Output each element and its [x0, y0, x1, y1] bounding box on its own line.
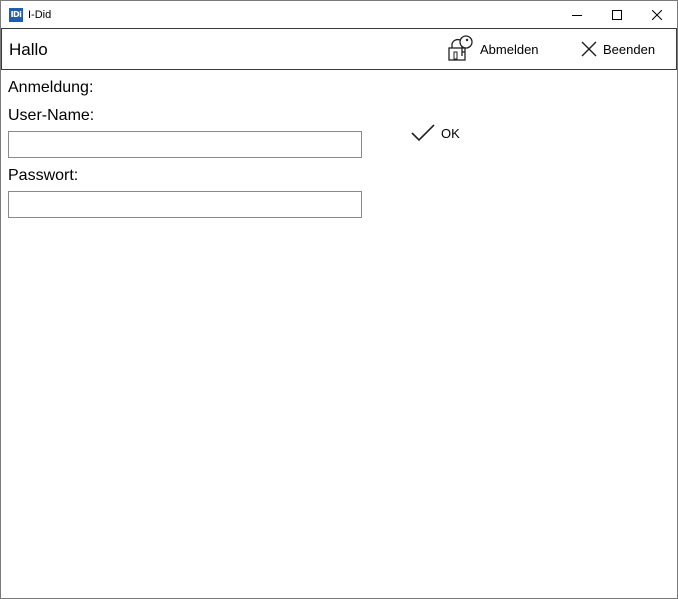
close-icon [652, 10, 662, 20]
window-title: I-Did [28, 9, 52, 21]
minimize-button[interactable] [557, 1, 597, 29]
logout-button[interactable]: Abmelden [446, 29, 539, 69]
login-panel: Anmeldung: User-Name: Passwort: OK [1, 70, 677, 598]
app-window: IDi I-Did Hallo Abmelden Beenden Anmeldu… [0, 0, 678, 599]
command-bar: Hallo Abmelden Beenden [1, 28, 677, 70]
greeting-text: Hallo [9, 40, 48, 59]
checkmark-icon [411, 124, 435, 142]
maximize-icon [612, 10, 622, 20]
login-heading: Anmeldung: [8, 79, 94, 96]
close-icon [581, 41, 597, 57]
ok-button[interactable]: OK [410, 122, 460, 144]
title-bar[interactable]: IDi I-Did [1, 1, 677, 29]
maximize-button[interactable] [597, 1, 637, 29]
password-label: Passwort: [8, 167, 79, 184]
app-icon: IDi [9, 8, 23, 22]
minimize-icon [572, 15, 582, 16]
ok-label: OK [441, 125, 460, 141]
username-label: User-Name: [8, 107, 95, 124]
close-window-button[interactable] [637, 1, 677, 29]
password-field[interactable] [8, 191, 362, 218]
exit-button[interactable]: Beenden [579, 29, 655, 69]
username-field[interactable] [8, 131, 362, 158]
logout-label: Abmelden [480, 41, 539, 57]
exit-label: Beenden [603, 41, 656, 57]
key-lock-icon [448, 35, 473, 61]
